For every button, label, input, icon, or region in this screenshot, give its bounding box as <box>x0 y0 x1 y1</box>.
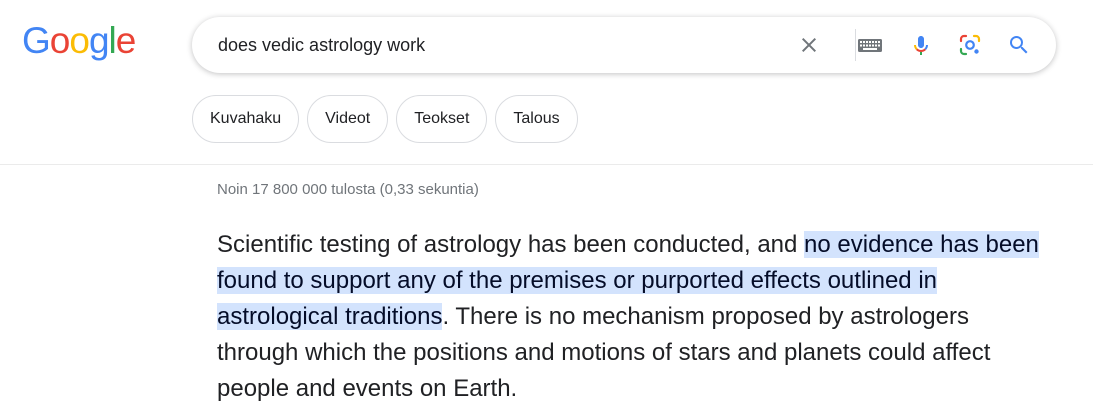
clear-button[interactable] <box>793 29 825 61</box>
search-input[interactable] <box>218 17 778 73</box>
search-button[interactable] <box>1003 29 1035 61</box>
chip-teokset[interactable]: Teokset <box>396 95 488 143</box>
keyboard-icon <box>858 39 882 52</box>
search-box <box>192 17 1056 73</box>
logo-letter: l <box>108 20 117 61</box>
voice-search-button[interactable] <box>905 29 937 61</box>
close-icon <box>802 38 816 52</box>
keyboard-button[interactable] <box>854 29 886 61</box>
snippet-text-before: Scientific testing of astrology has been… <box>217 231 805 258</box>
featured-snippet: Scientific testing of astrology has been… <box>217 227 1047 407</box>
logo-letter: e <box>115 20 137 61</box>
chip-kuvahaku[interactable]: Kuvahaku <box>192 95 300 143</box>
search-icon <box>1010 36 1028 54</box>
microphone-icon <box>914 36 928 55</box>
lens-icon <box>959 34 981 56</box>
result-stats: Noin 17 800 000 tulosta (0,33 sekuntia) <box>217 181 479 198</box>
logo-letter: g <box>88 20 110 61</box>
header-divider <box>0 164 1093 165</box>
chip-videot[interactable]: Videot <box>307 95 389 143</box>
logo-letter: o <box>69 20 90 61</box>
search-filter-chips: Kuvahaku Videot Teokset Talous <box>192 95 578 143</box>
lens-search-button[interactable] <box>954 29 986 61</box>
logo-letter: o <box>49 20 71 61</box>
logo-letter: G <box>22 20 51 61</box>
chip-talous[interactable]: Talous <box>495 95 578 143</box>
google-logo[interactable]: Google <box>22 20 137 61</box>
